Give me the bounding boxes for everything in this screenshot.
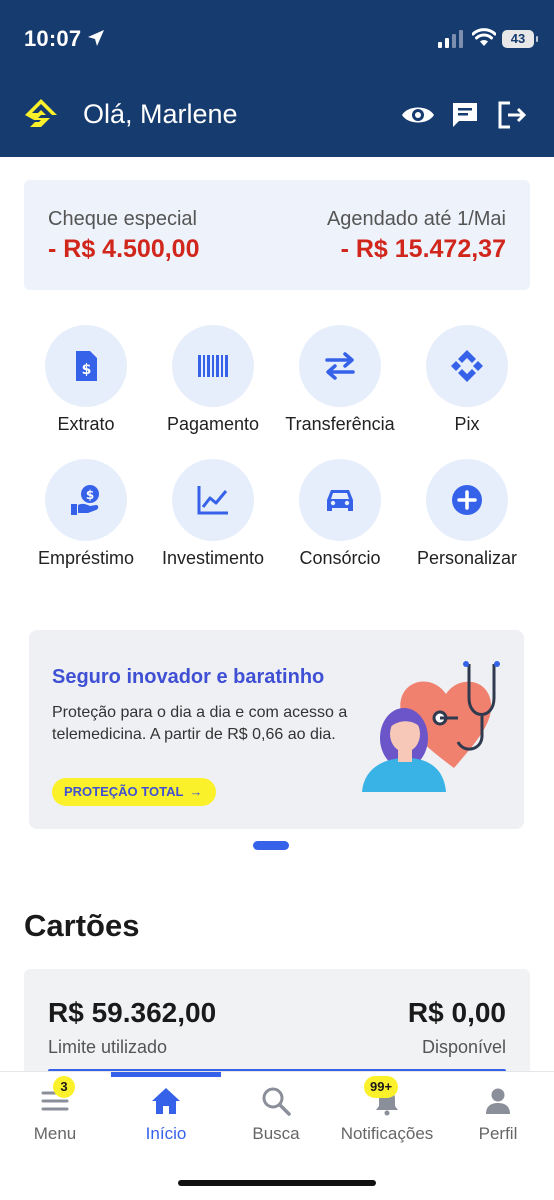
shortcut-label: Empréstimo xyxy=(37,548,135,568)
home-indicator xyxy=(178,1180,376,1186)
search-icon xyxy=(262,1087,291,1116)
shortcut-label: Pagamento xyxy=(166,414,260,434)
status-time: 10:07 xyxy=(24,26,82,51)
logout-icon[interactable] xyxy=(496,100,528,130)
cards-section-title: Cartões xyxy=(24,908,140,943)
shortcut-emprestimo[interactable]: $ Empréstimo xyxy=(23,459,149,579)
tab-notificacoes[interactable]: 99+ Notificações xyxy=(332,1076,442,1156)
shortcut-investimento[interactable]: Investimento xyxy=(150,459,276,579)
bank-logo-icon xyxy=(25,99,57,127)
app-header: 10:07 43 Olá, Marlene xyxy=(0,0,554,157)
shortcut-label: Investimento xyxy=(161,548,265,568)
car-icon xyxy=(327,490,353,511)
battery-indicator: 43 xyxy=(502,30,538,48)
shortcut-extrato[interactable]: $ Extrato xyxy=(23,325,149,445)
promo-text: Proteção para o dia a dia e com acesso a… xyxy=(52,704,348,743)
shortcut-label: Pix xyxy=(454,414,480,434)
scheduled-label: Agendado até 1/Mai xyxy=(326,208,506,230)
shortcut-circle xyxy=(426,325,508,407)
location-arrow-icon xyxy=(88,30,104,46)
shortcut-circle xyxy=(172,325,254,407)
shortcut-label: Personalizar xyxy=(416,548,518,568)
promo-title: Seguro inovador e baratinho xyxy=(52,666,325,688)
shortcut-circle xyxy=(172,459,254,541)
notifications-badge: 99+ xyxy=(364,1076,399,1098)
shortcut-circle xyxy=(299,459,381,541)
signal-icon xyxy=(438,30,463,48)
chat-icon[interactable] xyxy=(450,100,480,130)
active-tab-indicator xyxy=(111,1072,221,1077)
arrow-right-icon: → xyxy=(189,784,203,799)
shortcut-consorcio[interactable]: Consórcio xyxy=(277,459,403,579)
person-icon xyxy=(486,1088,510,1114)
shortcut-circle xyxy=(299,325,381,407)
tab-inicio[interactable]: Início xyxy=(111,1086,221,1156)
eye-icon[interactable] xyxy=(400,100,436,130)
insurance-illustration xyxy=(362,661,500,792)
pix-icon xyxy=(451,350,483,382)
shortcut-transferencia[interactable]: Transferência xyxy=(277,325,403,445)
promo-cta-label: PROTEÇÃO TOTAL xyxy=(64,784,184,799)
home-icon xyxy=(152,1088,180,1114)
scheduled-value: - R$ 15.472,37 xyxy=(340,235,506,263)
tab-menu[interactable]: 3 Menu xyxy=(0,1076,110,1156)
menu-badge: 3 xyxy=(53,1076,75,1098)
status-bar: 10:07 43 xyxy=(0,0,554,80)
overdraft-value: - R$ 4.500,00 xyxy=(48,235,200,263)
shortcut-pagamento[interactable]: Pagamento xyxy=(150,325,276,445)
statement-icon: $ xyxy=(76,351,97,381)
promo-banner[interactable]: Seguro inovador e baratinho Proteção par… xyxy=(29,630,524,829)
chart-line-icon xyxy=(197,486,228,515)
used-limit-value: R$ 59.362,00 xyxy=(48,997,217,1028)
tab-perfil[interactable]: Perfil xyxy=(443,1086,553,1156)
plus-circle-icon xyxy=(452,485,482,515)
tab-label: Perfil xyxy=(478,1124,518,1143)
carousel-indicator[interactable] xyxy=(253,841,289,850)
svg-text:$: $ xyxy=(82,362,92,378)
tab-busca[interactable]: Busca xyxy=(221,1086,331,1156)
wifi-icon xyxy=(472,28,496,46)
shortcut-label: Transferência xyxy=(285,414,395,434)
overdraft-label: Cheque especial xyxy=(48,208,197,230)
loan-icon: $ xyxy=(71,485,99,515)
shortcut-pix[interactable]: Pix xyxy=(404,325,530,445)
transfer-icon xyxy=(325,352,355,380)
svg-text:$: $ xyxy=(86,488,94,502)
barcode-icon xyxy=(198,355,228,377)
shortcut-label: Extrato xyxy=(57,414,115,434)
available-label: Disponível xyxy=(421,1037,506,1057)
shortcut-circle xyxy=(426,459,508,541)
shortcut-circle: $ xyxy=(45,459,127,541)
shortcut-circle: $ xyxy=(45,325,127,407)
promo-cta-button[interactable]: PROTEÇÃO TOTAL → xyxy=(52,778,217,806)
balance-card[interactable]: Cheque especial - R$ 4.500,00 Agendado a… xyxy=(24,180,530,290)
shortcut-personalizar[interactable]: Personalizar xyxy=(404,459,530,579)
shortcut-label: Consórcio xyxy=(299,548,381,568)
used-limit-label: Limite utilizado xyxy=(48,1037,168,1057)
greeting-title: Olá, Marlene xyxy=(83,99,238,129)
available-value: R$ 0,00 xyxy=(407,997,506,1028)
